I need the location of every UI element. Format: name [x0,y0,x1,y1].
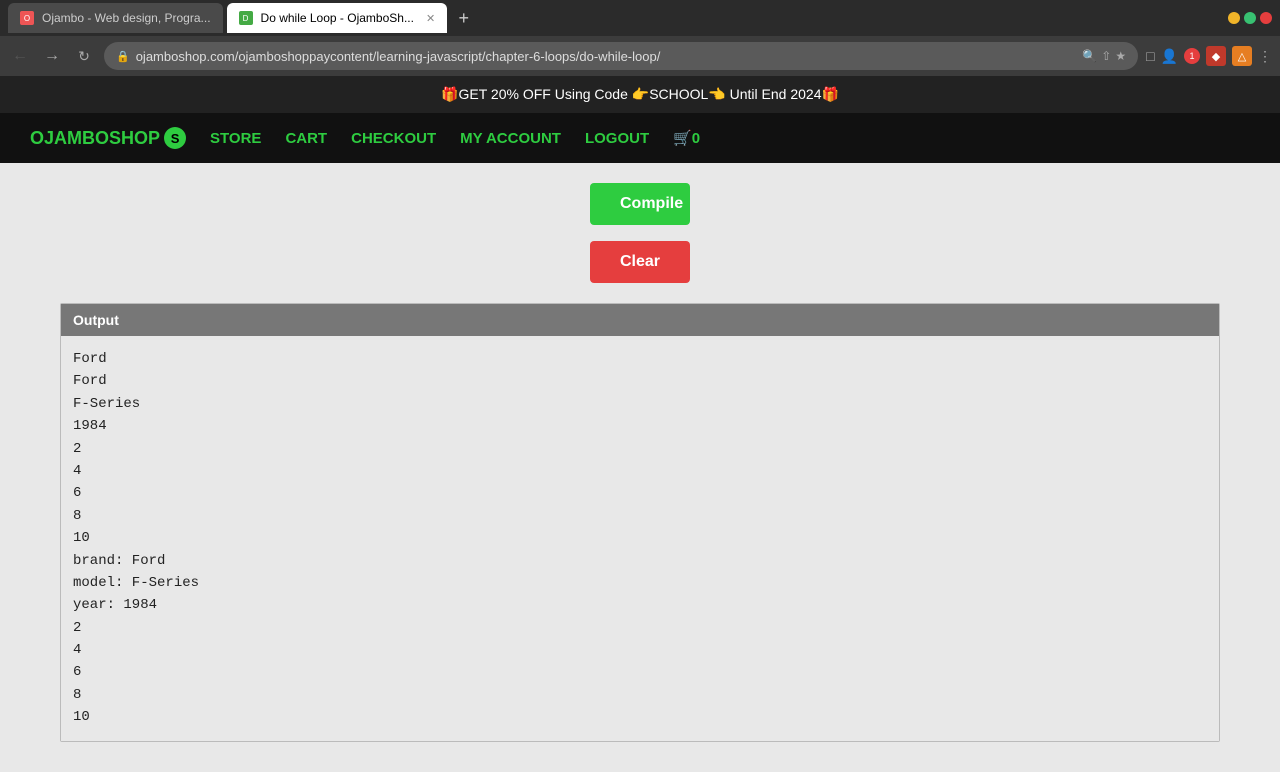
ext-orange-icon[interactable]: △ [1232,46,1252,66]
notification-badge: 1 [1184,48,1200,64]
browser-right-icons: □ 👤 1 ◆ △ ⋮ [1146,46,1272,66]
tab-bar: O Ojambo - Web design, Progra... D Do wh… [0,0,1280,36]
window-controls [1228,12,1272,24]
refresh-button[interactable]: ↻ [72,44,96,68]
lock-icon: 🔒 [116,50,130,63]
tab2-label: Do while Loop - OjamboSh... [261,11,414,25]
logo-icon: S [164,127,186,149]
promo-bar: 🎁GET 20% OFF Using Code 👉SCHOOL👈 Until E… [0,76,1280,113]
maximize-button[interactable] [1244,12,1256,24]
nav-logo[interactable]: OJAMBOSHOP S [30,127,186,149]
nav-bar: OJAMBOSHOP S STORE CART CHECKOUT MY ACCO… [0,113,1280,163]
main-content: Compile Clear Output Ford Ford F-Series … [0,163,1280,772]
clear-button[interactable]: Clear [590,241,690,283]
bookmark-icon[interactable]: ★ [1115,49,1126,63]
nav-cart[interactable]: CART [285,130,327,147]
tab-1[interactable]: O Ojambo - Web design, Progra... [8,3,223,33]
new-tab-button[interactable]: + [451,8,478,29]
forward-button[interactable]: → [40,44,64,68]
settings-icon[interactable]: ⋮ [1258,48,1272,65]
nav-my-account[interactable]: MY ACCOUNT [460,130,561,147]
nav-checkout[interactable]: CHECKOUT [351,130,436,147]
tab2-close-icon[interactable]: ✕ [426,12,435,25]
output-container: Output Ford Ford F-Series 1984 2 4 6 8 1… [60,303,1220,742]
address-bar-icons: 🔍 ⇧ ★ [1082,49,1126,63]
ext-red-icon[interactable]: ◆ [1206,46,1226,66]
output-header: Output [61,304,1219,336]
promo-text: 🎁GET 20% OFF Using Code 👉SCHOOL👈 Until E… [441,86,839,102]
search-icon[interactable]: 🔍 [1082,49,1097,63]
nav-cart-icon[interactable]: 🛒0 [673,129,700,147]
tab1-label: Ojambo - Web design, Progra... [42,11,211,25]
output-text: Ford Ford F-Series 1984 2 4 6 8 10 brand… [73,348,1207,729]
output-body: Ford Ford F-Series 1984 2 4 6 8 10 brand… [61,336,1219,741]
site-wrapper: 🎁GET 20% OFF Using Code 👉SCHOOL👈 Until E… [0,76,1280,772]
address-bar[interactable]: 🔒 ojamboshop.com/ojamboshoppaycontent/le… [104,42,1138,70]
logo-text: OJAMBOSHOP [30,128,160,149]
close-button[interactable] [1260,12,1272,24]
cart-emoji: 🛒0 [673,129,700,147]
tab-2[interactable]: D Do while Loop - OjamboSh... ✕ [227,3,447,33]
nav-logout[interactable]: LOGOUT [585,130,649,147]
back-button[interactable]: ← [8,44,32,68]
share-icon[interactable]: ⇧ [1101,49,1111,63]
compile-button[interactable]: Compile [590,183,690,225]
address-text: ojamboshop.com/ojamboshoppaycontent/lear… [136,49,1077,64]
profile-icon[interactable]: 👤 [1161,48,1178,65]
tab1-favicon: O [20,11,34,25]
minimize-button[interactable] [1228,12,1240,24]
nav-store[interactable]: STORE [210,130,261,147]
extensions-icon[interactable]: □ [1146,48,1154,64]
browser-chrome: O Ojambo - Web design, Progra... D Do wh… [0,0,1280,76]
tab2-favicon: D [239,11,253,25]
address-bar-row: ← → ↻ 🔒 ojamboshop.com/ojamboshoppaycont… [0,36,1280,76]
